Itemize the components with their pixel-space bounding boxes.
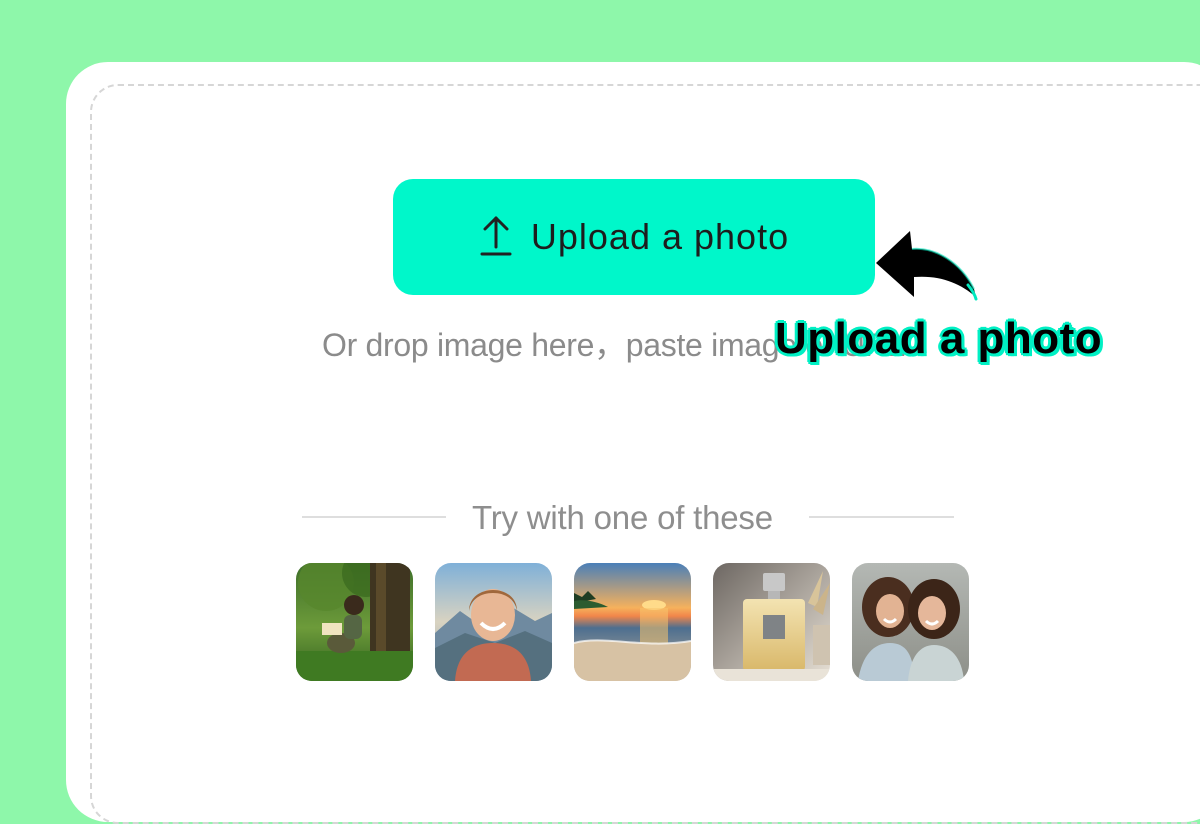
curved-arrow-icon xyxy=(876,231,978,301)
upload-photo-label: Upload a photo xyxy=(530,216,790,257)
sample-thumb-beach[interactable] xyxy=(574,563,691,681)
sample-reading-under-tree xyxy=(296,563,413,681)
sample-beach-sunset xyxy=(574,563,691,681)
samples-heading: Try with one of these xyxy=(472,499,773,536)
callout-caption: Upload a photo xyxy=(775,314,1103,363)
sample-perfume-bottle xyxy=(713,563,830,681)
upload-card xyxy=(66,62,1200,824)
upload-arrow-icon xyxy=(479,214,513,258)
sample-thumbnails xyxy=(296,563,969,681)
upload-photo-button[interactable]: Upload a photo xyxy=(393,179,875,295)
divider-left xyxy=(302,516,446,518)
divider-right xyxy=(809,516,954,518)
sample-thumb-portrait[interactable] xyxy=(435,563,552,681)
sample-thumb-reading[interactable] xyxy=(296,563,413,681)
sample-smiling-woman-mountains xyxy=(435,563,552,681)
sample-thumb-friends[interactable] xyxy=(852,563,969,681)
sample-two-women xyxy=(852,563,969,681)
sample-thumb-perfume[interactable] xyxy=(713,563,830,681)
